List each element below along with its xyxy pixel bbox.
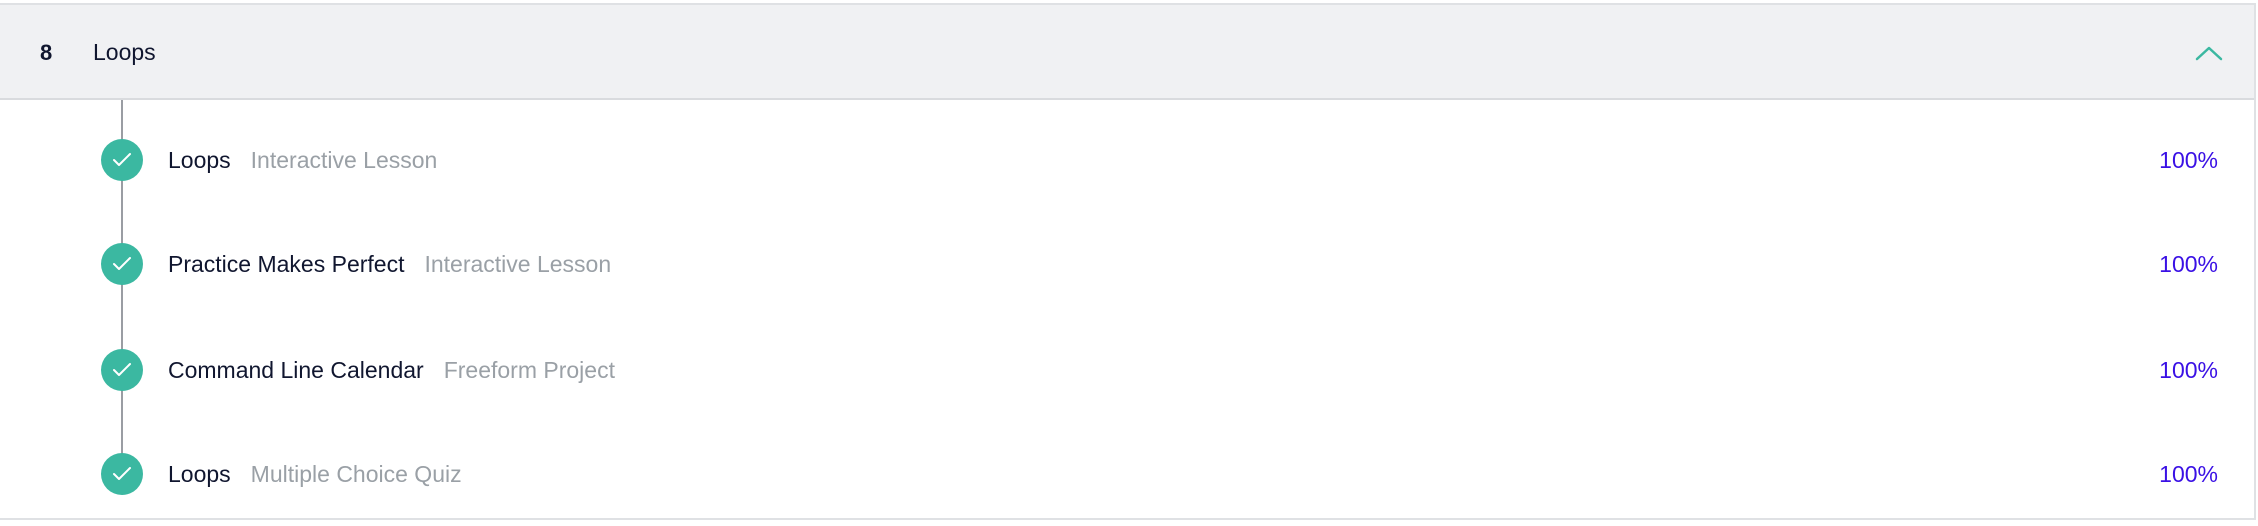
lesson-type: Interactive Lesson [250, 147, 438, 173]
checkmark-icon [101, 349, 143, 391]
lesson-title: Loops Interactive Lesson [168, 130, 437, 190]
lesson-row[interactable]: Practice Makes Perfect Interactive Lesson… [0, 234, 2254, 294]
lesson-type: Freeform Project [443, 357, 615, 383]
lesson-title: Command Line Calendar Freeform Project [168, 340, 615, 400]
lesson-progress: 100% [2159, 251, 2218, 277]
module-title: Loops [93, 39, 156, 65]
lesson-row[interactable]: Loops Interactive Lesson 100% [0, 130, 2254, 190]
checkmark-icon [101, 453, 143, 495]
lesson-name: Loops [168, 461, 231, 487]
lesson-progress: 100% [2159, 461, 2218, 487]
module-section: 8 Loops Loops Interactive Lesson 100% Pra… [0, 3, 2256, 520]
lesson-type: Multiple Choice Quiz [250, 461, 462, 487]
lesson-name: Practice Makes Perfect [168, 251, 405, 277]
lesson-type: Interactive Lesson [424, 251, 612, 277]
lesson-progress: 100% [2159, 147, 2218, 173]
lesson-row[interactable]: Loops Multiple Choice Quiz 100% [0, 444, 2254, 504]
lesson-progress: 100% [2159, 357, 2218, 383]
lesson-name: Loops [168, 147, 231, 173]
module-header[interactable]: 8 Loops [0, 5, 2254, 100]
chevron-up-icon[interactable] [2194, 41, 2224, 65]
checkmark-icon [101, 243, 143, 285]
lesson-title: Loops Multiple Choice Quiz [168, 444, 462, 504]
module-number: 8 [40, 40, 53, 65]
checkmark-icon [101, 139, 143, 181]
lesson-title: Practice Makes Perfect Interactive Lesson [168, 234, 611, 294]
lesson-row[interactable]: Command Line Calendar Freeform Project 10… [0, 340, 2254, 400]
lesson-name: Command Line Calendar [168, 357, 424, 383]
